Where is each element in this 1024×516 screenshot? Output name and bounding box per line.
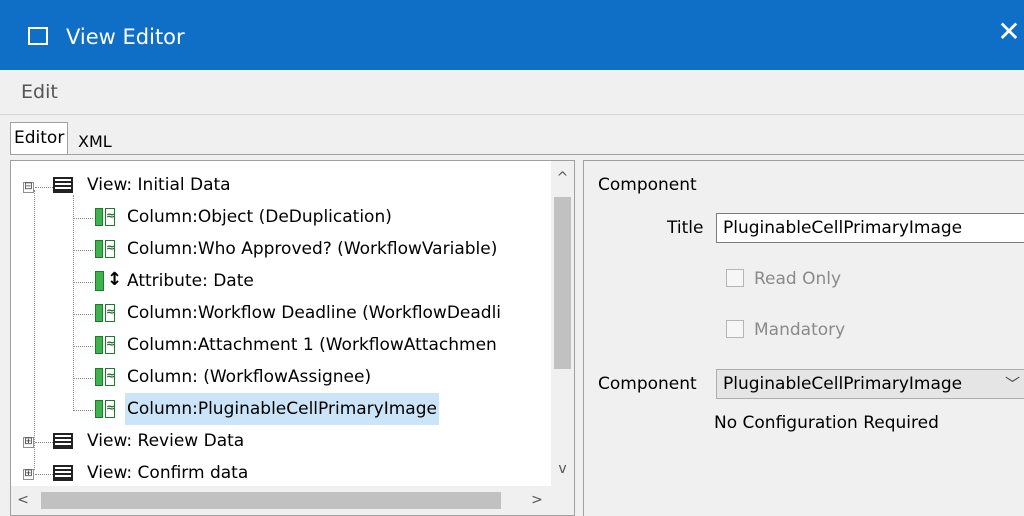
tree-item-column-workflow-assignee[interactable]: ≈ Column: (WorkflowAssignee) [11, 361, 551, 393]
column-icon: ≈ [95, 368, 119, 386]
tree-item-attribute-date[interactable]: ↕ Attribute: Date [11, 265, 551, 297]
view-icon [53, 177, 73, 193]
horizontal-scrollbar[interactable]: < > [11, 486, 551, 515]
collapse-icon[interactable]: ⊟ [23, 182, 34, 193]
tree-connector [73, 218, 93, 219]
no-configuration-text: No Configuration Required [714, 413, 939, 433]
tree-item-label: Column:Workflow Deadline (WorkflowDeadli [127, 303, 502, 323]
tree-connector [73, 250, 93, 251]
tree-connector [73, 410, 93, 411]
tree-item-label: Column: (WorkflowAssignee) [127, 367, 372, 387]
tree-item-label-selected: Column:PluginableCellPrimaryImage [125, 393, 439, 425]
expand-icon[interactable]: ⊞ [23, 437, 34, 448]
window-icon [28, 27, 48, 45]
tree-connector [73, 378, 93, 379]
expand-icon[interactable]: ⊞ [23, 469, 34, 480]
tree-item-column-who-approved[interactable]: ≈ Column:Who Approved? (WorkflowVariable… [11, 233, 551, 265]
component-group-title: Component [598, 175, 697, 195]
read-only-label: Read Only [754, 269, 842, 289]
tree-item-label: Attribute: Date [127, 271, 254, 291]
scroll-left-icon[interactable]: < [11, 486, 35, 515]
tree-item-view-review-data[interactable]: ⊞ View: Review Data [11, 425, 551, 457]
title-bar: View Editor ✕ [0, 0, 1024, 70]
chevron-down-icon[interactable]: ﹀ [1005, 370, 1020, 398]
tree-item-label: View: Review Data [87, 431, 245, 451]
component-panel: Component Title PluginableCellPrimaryIma… [583, 160, 1024, 516]
tab-xml[interactable]: XML [75, 128, 115, 156]
tree-connector [73, 346, 93, 347]
tree-item-column-object[interactable]: ≈ Column:Object (DeDuplication) [11, 201, 551, 233]
scrollbar-corner [551, 486, 574, 515]
column-icon: ≈ [95, 400, 119, 418]
tab-divider [10, 154, 1024, 155]
menu-divider [0, 114, 1024, 115]
horizontal-scroll-thumb[interactable] [41, 492, 501, 509]
read-only-checkbox[interactable] [726, 269, 744, 287]
tree-item-label: Column:Who Approved? (WorkflowVariable) [127, 239, 498, 259]
tree-item-label: Column:Attachment 1 (WorkflowAttachmen [127, 335, 497, 355]
component-label: Component [598, 374, 697, 394]
close-button[interactable]: ✕ [994, 12, 1024, 52]
tab-editor[interactable]: Editor [10, 122, 69, 155]
read-only-checkbox-row[interactable]: Read Only [726, 269, 841, 289]
tree-item-column-attachment-1[interactable]: ≈ Column:Attachment 1 (WorkflowAttachmen [11, 329, 551, 361]
tree-connector [35, 187, 53, 188]
vertical-scroll-thumb[interactable] [554, 197, 571, 369]
tree-panel: ⊟ View: Initial Data ≈ Column:Object (De… [10, 160, 575, 516]
tree-item-label: Column:Object (DeDuplication) [127, 207, 392, 227]
tree-item-label: View: Confirm data [87, 463, 249, 483]
tree-item-column-workflow-deadline[interactable]: ≈ Column:Workflow Deadline (WorkflowDead… [11, 297, 551, 329]
tree-connector [35, 442, 53, 443]
tree-item-view-confirm-data[interactable]: ⊞ View: Confirm data [11, 457, 551, 486]
mandatory-label: Mandatory [754, 320, 846, 340]
column-icon: ≈ [95, 336, 119, 354]
menu-bar: Edit [0, 70, 1024, 114]
column-icon: ≈ [95, 240, 119, 258]
view-icon [53, 433, 73, 449]
title-label: Title [667, 218, 704, 238]
tree-connector [35, 474, 53, 475]
attribute-icon: ↕ [95, 269, 122, 291]
scroll-up-icon[interactable]: ^ [551, 167, 574, 189]
column-icon: ≈ [95, 304, 119, 322]
mandatory-checkbox[interactable] [726, 320, 744, 338]
tree-item-column-pluginable-cell[interactable]: ≈ Column:PluginableCellPrimaryImage [11, 393, 551, 425]
tree-item-label: View: Initial Data [87, 175, 231, 195]
tree-view[interactable]: ⊟ View: Initial Data ≈ Column:Object (De… [11, 161, 551, 486]
tree-connector [73, 282, 93, 283]
view-icon [53, 465, 73, 481]
menu-edit[interactable]: Edit [21, 81, 58, 103]
component-select-value: PluginableCellPrimaryImage [723, 374, 963, 394]
column-icon: ≈ [95, 208, 119, 226]
tree-connector [73, 314, 93, 315]
component-select[interactable]: PluginableCellPrimaryImage ﹀ [716, 369, 1024, 399]
title-field[interactable]: PluginableCellPrimaryImage [716, 213, 1024, 243]
scroll-down-icon[interactable]: v [551, 458, 574, 480]
window-title: View Editor [66, 25, 185, 49]
vertical-scrollbar[interactable]: ^ v [551, 161, 574, 486]
scroll-right-icon[interactable]: > [525, 486, 549, 515]
mandatory-checkbox-row[interactable]: Mandatory [726, 320, 845, 340]
tree-item-view-initial-data[interactable]: ⊟ View: Initial Data [11, 169, 551, 201]
